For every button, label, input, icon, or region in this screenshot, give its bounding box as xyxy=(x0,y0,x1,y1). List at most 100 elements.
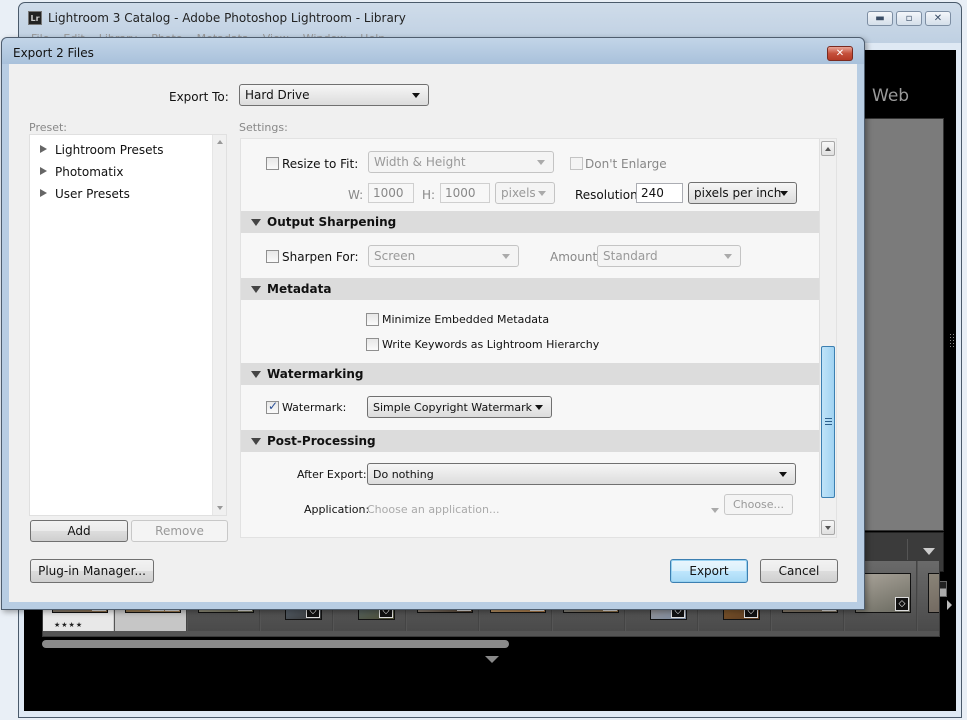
units-select[interactable]: pixels xyxy=(495,182,555,204)
resolution-input[interactable]: 240 xyxy=(636,183,683,203)
keyword-tag-icon[interactable]: ◇ xyxy=(895,597,909,611)
watermark-label: Watermark: xyxy=(282,401,347,414)
preset-item-user-presets[interactable]: User Presets xyxy=(40,187,130,201)
settings-scroll-thumb[interactable] xyxy=(821,346,835,498)
resize-mode-value: Width & Height xyxy=(374,155,466,169)
preset-scrollbar[interactable] xyxy=(212,135,226,515)
chevron-down-icon xyxy=(412,93,420,98)
application-dropdown-icon[interactable] xyxy=(711,508,719,513)
scroll-down-icon[interactable] xyxy=(213,501,226,515)
scroll-up-icon[interactable] xyxy=(213,135,226,149)
section-output-sharpening[interactable]: Output Sharpening xyxy=(241,211,819,233)
expand-icon[interactable] xyxy=(40,145,47,153)
grip-icon xyxy=(825,418,832,426)
export-to-select[interactable]: Hard Drive xyxy=(239,84,429,106)
remove-preset-button[interactable]: Remove xyxy=(131,520,228,542)
close-window-button[interactable]: ✕ xyxy=(925,11,951,26)
window-title: Lightroom 3 Catalog - Adobe Photoshop Li… xyxy=(48,11,406,25)
sharpen-for-label: Sharpen For: xyxy=(282,250,359,264)
collapse-icon xyxy=(251,286,261,293)
chevron-down-icon xyxy=(779,472,787,477)
section-title: Watermarking xyxy=(267,367,364,381)
preset-item-label: Photomatix xyxy=(55,165,124,179)
resize-to-fit-label: Resize to Fit: xyxy=(282,157,359,171)
watermark-checkbox[interactable] xyxy=(266,399,279,414)
collapse-icon xyxy=(251,438,261,445)
maximize-button[interactable]: ▫ xyxy=(896,11,922,26)
resolution-units-select[interactable]: pixels per inch xyxy=(688,182,797,204)
dont-enlarge-checkbox[interactable] xyxy=(570,157,583,170)
choose-application-button[interactable]: Choose... xyxy=(724,494,793,515)
chevron-down-icon xyxy=(535,405,543,410)
preset-item-photomatix[interactable]: Photomatix xyxy=(40,165,123,179)
cancel-button[interactable]: Cancel xyxy=(760,559,838,583)
section-title: Post-Processing xyxy=(267,434,376,448)
resolution-label: Resolution: xyxy=(575,188,642,202)
add-preset-button[interactable]: Add xyxy=(30,520,128,542)
chevron-down-icon xyxy=(538,191,546,196)
section-metadata[interactable]: Metadata xyxy=(241,278,819,300)
after-export-value: Do nothing xyxy=(373,468,434,481)
close-icon: ✕ xyxy=(933,13,943,24)
dialog-close-button[interactable]: ✕ xyxy=(827,46,853,61)
scroll-up-icon[interactable] xyxy=(821,141,835,156)
filmstrip-next-icon[interactable] xyxy=(947,600,952,610)
units-value: pixels xyxy=(501,186,536,200)
dont-enlarge-label: Don't Enlarge xyxy=(585,157,667,171)
preset-item-lightroom-presets[interactable]: Lightroom Presets xyxy=(40,143,163,157)
resize-mode-select[interactable]: Width & Height xyxy=(368,151,554,173)
write-keywords-label: Write Keywords as Lightroom Hierarchy xyxy=(382,338,600,351)
application-label: Application: xyxy=(304,503,370,516)
section-watermarking[interactable]: Watermarking xyxy=(241,363,819,385)
panel-dropdown-icon[interactable] xyxy=(923,548,935,555)
amount-label: Amount: xyxy=(550,250,602,264)
minimize-button[interactable]: ▬ xyxy=(867,11,893,26)
dialog-body: Export To: Hard Drive Preset: Settings: … xyxy=(9,64,857,602)
settings-scrollbar[interactable] xyxy=(819,139,836,537)
expand-icon[interactable] xyxy=(40,189,47,197)
sharpen-for-checkbox[interactable] xyxy=(266,250,279,263)
export-to-value: Hard Drive xyxy=(245,88,310,102)
resize-to-fit-checkbox[interactable] xyxy=(266,157,279,170)
amount-select[interactable]: Standard xyxy=(597,245,741,267)
watermark-value: Simple Copyright Watermark xyxy=(373,401,532,414)
minimize-icon: ▬ xyxy=(875,13,885,24)
width-label: W: xyxy=(348,188,364,202)
panel-resize-grip-icon[interactable] xyxy=(949,333,954,347)
preset-list: Lightroom Presets Photomatix User Preset… xyxy=(29,134,227,516)
sharpen-for-select[interactable]: Screen xyxy=(368,245,519,267)
preset-label: Preset: xyxy=(29,121,68,134)
module-web[interactable]: Web xyxy=(872,86,909,106)
sharpen-for-value: Screen xyxy=(374,249,416,263)
close-icon: ✕ xyxy=(835,48,845,59)
window-controls: ▬ ▫ ✕ xyxy=(867,11,951,26)
watermark-select[interactable]: Simple Copyright Watermark xyxy=(367,396,552,418)
filmstrip-scroll-thumb[interactable] xyxy=(42,640,509,648)
filmstrip-collapse-icon[interactable] xyxy=(485,656,499,663)
settings-label: Settings: xyxy=(239,121,288,134)
plugin-manager-button[interactable]: Plug-in Manager... xyxy=(30,559,154,583)
lightroom-logo-icon: Lr xyxy=(28,11,42,25)
star-rating[interactable]: ★★★★ xyxy=(54,621,83,629)
collapse-icon xyxy=(251,371,261,378)
width-input[interactable]: 1000 xyxy=(368,183,414,203)
filmstrip-thumbnail[interactable] xyxy=(918,561,939,631)
section-post-processing[interactable]: Post-Processing xyxy=(241,430,819,452)
scroll-down-icon[interactable] xyxy=(821,520,835,535)
chevron-down-icon xyxy=(724,254,732,259)
height-input[interactable]: 1000 xyxy=(440,183,490,203)
maximize-icon: ▫ xyxy=(905,13,913,24)
dialog-titlebar: Export 2 Files ✕ xyxy=(2,38,864,64)
height-label: H: xyxy=(422,188,436,202)
export-button[interactable]: Export xyxy=(670,559,748,583)
application-input[interactable]: Choose an application... xyxy=(367,503,499,516)
after-export-select[interactable]: Do nothing xyxy=(367,463,796,485)
expand-icon[interactable] xyxy=(40,167,47,175)
write-keywords-checkbox[interactable] xyxy=(366,338,379,351)
screen: Lr Lightroom 3 Catalog - Adobe Photoshop… xyxy=(0,0,967,720)
filmstrip-scrollbar[interactable] xyxy=(42,638,940,650)
collapse-icon xyxy=(251,219,261,226)
minimize-metadata-checkbox[interactable] xyxy=(366,313,379,326)
after-export-label: After Export: xyxy=(297,468,367,481)
minimize-metadata-label: Minimize Embedded Metadata xyxy=(382,313,550,326)
